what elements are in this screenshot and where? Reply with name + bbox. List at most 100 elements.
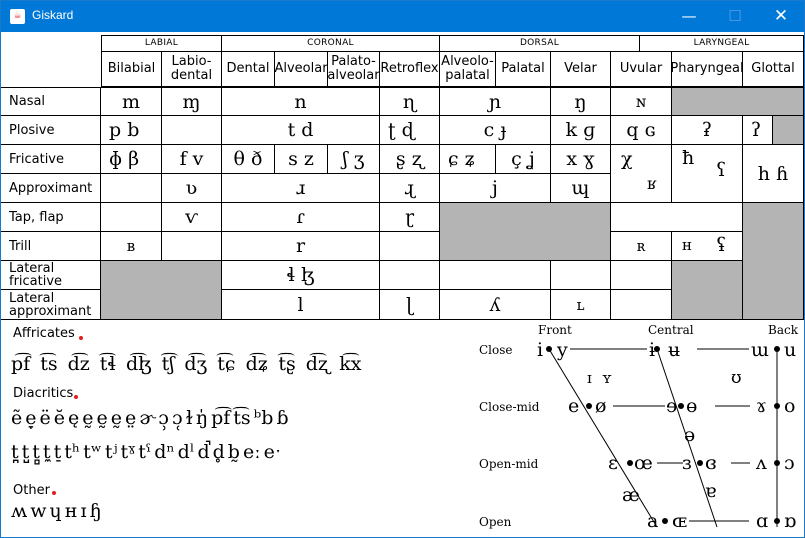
vowel-schwa[interactable]: ə xyxy=(684,424,695,446)
ipa-symbol[interactable]: t͡s xyxy=(40,353,57,375)
cell-uvular-fricative[interactable]: χ ʁ xyxy=(611,145,672,203)
cell-pharyngeal-fricative[interactable]: ħ ʕ xyxy=(672,145,743,203)
ipa-symbol[interactable]: tˤ xyxy=(138,441,151,463)
cell-alveolopalatal-fricative[interactable]: ɕ ʑ xyxy=(440,145,496,174)
vowel-small-y[interactable]: ʏ xyxy=(602,369,612,387)
cell-labiodental-nasal[interactable]: ɱ xyxy=(162,87,222,116)
ipa-symbol[interactable]: d̚ xyxy=(197,441,209,463)
ipa-symbol[interactable]: ɪ xyxy=(80,500,86,522)
vowel-e[interactable]: e xyxy=(568,395,579,417)
vowel-reversed-e[interactable]: ɘ xyxy=(666,395,677,417)
ipa-symbol[interactable]: t͡ʃ xyxy=(162,353,175,375)
cell-velar-plosive[interactable]: k ɡ xyxy=(551,116,611,145)
vowel-small-oe[interactable]: ɶ xyxy=(672,510,687,532)
cell-retroflex-approximant[interactable]: ɻ xyxy=(380,174,440,203)
minimize-button[interactable]: — xyxy=(666,1,712,32)
ipa-symbol[interactable]: tʲ xyxy=(105,441,118,463)
cell-retroflex-lateral-approximant[interactable]: ɭ xyxy=(380,290,440,320)
title-bar[interactable]: ☕ Giskard — ☐ ✕ xyxy=(1,1,804,32)
cell-alveolar-fricative[interactable]: s z xyxy=(275,145,328,174)
ipa-symbol[interactable]: t͡s xyxy=(233,407,250,429)
vowel-o[interactable]: o xyxy=(784,395,795,417)
ipa-symbol[interactable]: t͡ʂ xyxy=(278,353,295,375)
vowel-epsilon[interactable]: ɛ xyxy=(608,452,618,474)
cell-uvular-nasal[interactable]: ɴ xyxy=(611,87,672,116)
ipa-symbol[interactable]: d͡ʑ xyxy=(246,353,269,375)
ipa-symbol[interactable]: b̰ xyxy=(228,441,240,463)
ipa-symbol[interactable]: ḛ xyxy=(111,407,122,429)
ipa-symbol[interactable]: ẽ xyxy=(11,407,22,429)
vowel-o-slash[interactable]: ø xyxy=(595,395,606,417)
cell-bilabial-nasal[interactable]: m xyxy=(101,87,162,116)
ipa-symbol[interactable]: p͡f xyxy=(11,353,30,375)
vowel-wedge[interactable]: ʌ xyxy=(755,452,767,474)
cell-palatal-approximant[interactable]: j xyxy=(440,174,551,203)
cell-glottal-plosive[interactable]: ʔ xyxy=(743,116,773,145)
cell-alveolar-plosive[interactable]: t d xyxy=(222,116,380,145)
cell-alveolar-lateral-approximant[interactable]: l xyxy=(222,290,380,320)
cell-retroflex-fricative[interactable]: ʂ ʐ xyxy=(380,145,440,174)
cell-bilabial-trill[interactable]: ʙ xyxy=(101,232,162,261)
vowel-upsilon[interactable]: ʊ xyxy=(731,368,742,388)
cell-palatal-fricative[interactable]: ç ʝ xyxy=(496,145,551,174)
cell-velar-nasal[interactable]: ŋ xyxy=(551,87,611,116)
cell-dental-fricative[interactable]: θ ð xyxy=(222,145,275,174)
ipa-symbol[interactable]: ĕ xyxy=(54,407,65,429)
cell-velar-fricative[interactable]: x ɣ xyxy=(551,145,611,174)
ipa-symbol[interactable]: t͡ɬ xyxy=(100,353,116,375)
ipa-symbol[interactable]: t͡ɕ xyxy=(217,353,235,375)
cell-palatal-nasal[interactable]: ɲ xyxy=(440,87,551,116)
cell-labiodental-approximant[interactable]: ʋ xyxy=(162,174,222,203)
ipa-symbol[interactable]: d͡ʐ xyxy=(306,353,330,375)
cell-uvular-trill[interactable]: ʀ xyxy=(611,232,672,261)
cell-velar-lateral-approximant[interactable]: ʟ xyxy=(551,290,611,320)
cell-labiodental-fricative[interactable]: f v xyxy=(162,145,222,174)
vowel-script-a[interactable]: ɑ xyxy=(756,510,768,532)
vowel-y[interactable]: y xyxy=(556,339,568,361)
ipa-symbol[interactable]: d͡z xyxy=(68,353,90,375)
cell-uvular-plosive[interactable]: q ɢ xyxy=(611,116,672,145)
ipa-symbol[interactable]: tʷ xyxy=(83,441,102,463)
ipa-symbol[interactable]: ɓ xyxy=(276,407,288,429)
ipa-symbol[interactable]: ɫ xyxy=(186,407,193,429)
ipa-symbol[interactable]: ʜ xyxy=(65,500,78,522)
ipa-symbol[interactable]: t̠ xyxy=(54,441,62,463)
cell-bilabial-plosive[interactable]: p b xyxy=(101,116,162,145)
cell-alveolar-trill[interactable]: r xyxy=(222,232,380,261)
cell-velar-approximant[interactable]: ɰ xyxy=(551,174,611,203)
ipa-symbol[interactable]: w xyxy=(30,500,46,522)
ipa-symbol[interactable]: ᵇb xyxy=(254,407,274,429)
ipa-symbol[interactable]: t̼ xyxy=(43,441,51,463)
ipa-symbol[interactable]: ŋ̍ xyxy=(196,407,208,429)
ipa-symbol[interactable]: t̪ xyxy=(11,441,19,463)
cell-palatal-lateral-approximant[interactable]: ʎ xyxy=(440,290,551,320)
cell-retroflex-nasal[interactable]: ɳ xyxy=(380,87,440,116)
ipa-symbol[interactable]: tˠ xyxy=(120,441,135,463)
vowel-reversed-epsilon[interactable]: ɜ xyxy=(682,452,692,474)
cell-epiglottal-plosive[interactable]: ʡ xyxy=(672,116,743,145)
vowel-open-o[interactable]: ɔ xyxy=(784,452,795,474)
ipa-symbol[interactable]: ɥ xyxy=(50,500,62,522)
ipa-symbol[interactable]: d̥ xyxy=(213,441,225,463)
vowel-closed-reversed-epsilon[interactable]: ɞ xyxy=(705,452,717,474)
cell-alveolar-tap[interactable]: ɾ xyxy=(222,203,380,232)
ipa-symbol[interactable]: ę xyxy=(68,407,79,429)
ipa-symbol[interactable]: d͡ʒ xyxy=(184,353,207,375)
cell-retroflex-plosive[interactable]: ʈ ɖ xyxy=(380,116,440,145)
cell-retroflex-tap[interactable]: ɽ xyxy=(380,203,440,232)
cell-epiglottal-trill[interactable]: ʜ ʢ xyxy=(672,232,743,261)
cell-alveolar-approximant[interactable]: ɹ xyxy=(222,174,380,203)
vowel-barred-u[interactable]: ʉ xyxy=(668,339,680,361)
ipa-symbol[interactable]: t̻ xyxy=(32,441,40,463)
cell-alveolar-lateral-fricative[interactable]: ɬ ɮ xyxy=(222,261,380,290)
ipa-symbol[interactable]: eː xyxy=(243,441,261,463)
cell-glottal-fricative[interactable]: h ɦ xyxy=(743,145,804,203)
ipa-symbol[interactable]: dⁿ xyxy=(154,441,174,463)
cell-palatal-plosive[interactable]: c ɟ xyxy=(440,116,551,145)
ipa-symbol[interactable]: tʰ xyxy=(64,441,80,463)
ipa-symbol[interactable]: dˡ xyxy=(178,441,195,463)
vowel-ram-horn[interactable]: ɤ xyxy=(756,395,767,417)
ipa-symbol[interactable]: ḛ xyxy=(82,407,93,429)
vowel-turned-a[interactable]: ɐ xyxy=(705,480,716,502)
ipa-symbol[interactable]: t̺ xyxy=(22,441,30,463)
